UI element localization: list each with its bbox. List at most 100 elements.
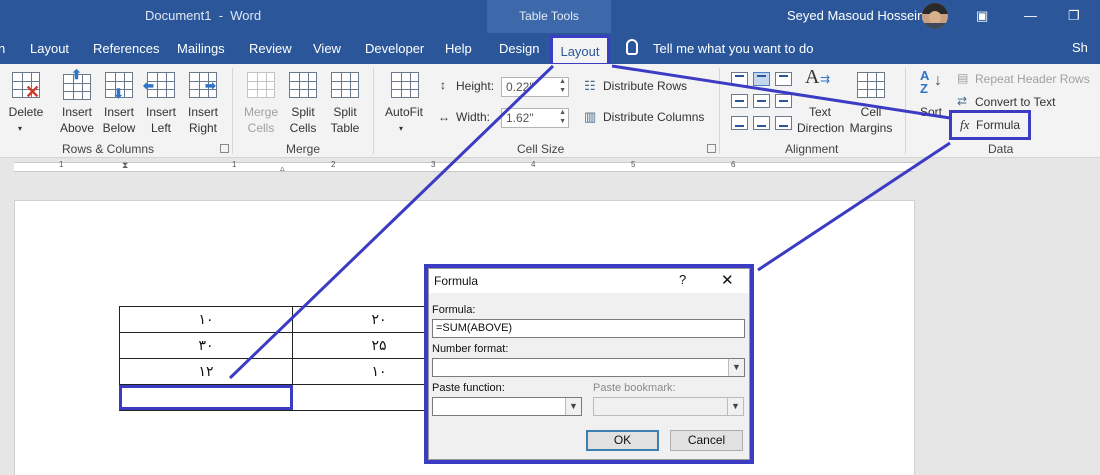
width-spinner[interactable]: 1.62" ▲ ▼	[501, 108, 569, 128]
ruler-number: 5	[631, 160, 636, 169]
tab-layout-table-active[interactable]: Layout	[550, 35, 610, 66]
ruler-number: 1	[232, 160, 237, 169]
arrow-down-icon: ⬇	[113, 86, 124, 101]
spin-down-icon[interactable]: ▼	[559, 87, 566, 94]
spin-down-icon[interactable]: ▼	[559, 118, 566, 125]
tab-references[interactable]: References	[93, 41, 159, 56]
align-center-right-icon[interactable]	[775, 94, 792, 108]
distribute-rows-label: Distribute Rows	[603, 79, 688, 93]
insert-above-label-1: Insert	[61, 105, 92, 119]
paste-bookmark-select[interactable]: ▼	[593, 397, 744, 416]
minimize-icon[interactable]: —	[1024, 8, 1037, 23]
table-cell[interactable]: ۳۰	[119, 332, 293, 359]
spin-up-icon[interactable]: ▲	[559, 78, 566, 85]
align-bottom-right-icon[interactable]	[775, 116, 792, 130]
table-cell[interactable]: ۱۰	[119, 306, 293, 333]
width-icon: ↔	[438, 110, 450, 124]
chevron-down-icon[interactable]: ▼	[727, 398, 743, 415]
align-top-right-icon[interactable]	[775, 72, 792, 86]
group-divider	[905, 68, 906, 154]
align-center-left-icon[interactable]	[731, 94, 748, 108]
convert-to-text-icon: ⇄	[957, 94, 968, 108]
indent-marker-icon[interactable]: ⧗	[122, 160, 128, 171]
ok-button[interactable]: OK	[586, 430, 659, 451]
height-icon: ↕	[440, 78, 446, 92]
delete-label: Delete	[8, 105, 44, 119]
formula-dialog: Formula ? ✕ Formula: =SUM(ABOVE) Number …	[428, 268, 750, 460]
ribbon: ✕ Delete ▾ ⬆ Insert Above ⬇ Insert Below…	[0, 64, 1100, 158]
number-format-select[interactable]: ▼	[432, 358, 745, 377]
column-marker-icon[interactable]: ▵	[280, 163, 285, 174]
ruler-number: 4	[531, 160, 536, 169]
share-button[interactable]: Sh	[1072, 40, 1088, 55]
tab-review[interactable]: Review	[249, 41, 292, 56]
tab-mailings[interactable]: Mailings	[177, 41, 225, 56]
ruler-track	[14, 162, 914, 172]
rows-columns-launcher-icon[interactable]	[220, 144, 229, 153]
tab-view[interactable]: View	[313, 41, 341, 56]
spin-up-icon[interactable]: ▲	[559, 109, 566, 116]
tab-developer[interactable]: Developer	[365, 41, 424, 56]
autofit-label: AutoFit	[384, 105, 423, 119]
tab-design[interactable]: Design	[499, 41, 539, 56]
horizontal-ruler[interactable]: 1 1 2 3 4 5 6 ⧗ ▵	[0, 159, 1100, 175]
split-cells-icon	[289, 72, 317, 98]
text-direction-label-2: Direction	[797, 121, 845, 135]
cell-margins-label-2: Margins	[849, 121, 893, 135]
height-label: Height:	[456, 79, 495, 93]
chevron-down-icon[interactable]: ▼	[728, 359, 744, 376]
ruler-number: 1	[59, 160, 64, 169]
distribute-columns-icon: ▥	[584, 109, 597, 124]
lightbulb-icon	[626, 39, 638, 55]
user-name[interactable]: Seyed Masoud Hosseini	[787, 8, 927, 23]
merge-cells-icon	[247, 72, 275, 98]
height-spinner[interactable]: 0.22" ▲ ▼	[501, 77, 569, 97]
insert-left-label-2: Left	[150, 121, 171, 135]
tab-help[interactable]: Help	[445, 41, 472, 56]
insert-below-label-2: Below	[102, 121, 136, 135]
align-top-center-icon[interactable]	[753, 72, 770, 86]
distribute-rows-icon: ☷	[584, 78, 596, 93]
avatar[interactable]	[922, 3, 948, 29]
height-value: 0.22"	[506, 80, 534, 94]
insert-right-label-2: Right	[188, 121, 217, 135]
document-title: Document1 - Word	[145, 8, 262, 23]
tell-me-search[interactable]: Tell me what you want to do	[653, 41, 813, 56]
cancel-button[interactable]: Cancel	[670, 430, 743, 451]
cell-size-group-label: Cell Size	[517, 142, 565, 156]
tab-partial[interactable]: n	[0, 41, 5, 56]
sort-label: Sort	[919, 105, 942, 119]
align-center-icon[interactable]	[753, 94, 770, 108]
align-bottom-center-icon[interactable]	[753, 116, 770, 130]
ribbon-display-options-icon[interactable]: ▣	[976, 8, 988, 24]
insert-above-label-2: Above	[59, 121, 95, 135]
align-top-left-icon[interactable]	[731, 72, 748, 86]
text-direction-label-1: Text	[808, 105, 831, 119]
insert-below-label-1: Insert	[103, 105, 134, 119]
distribute-columns-label: Distribute Columns	[603, 110, 705, 124]
help-icon[interactable]: ?	[679, 272, 686, 287]
table-tools-context-label: Table Tools	[487, 0, 611, 33]
arrow-right-icon: ➡	[205, 78, 216, 93]
cell-size-launcher-icon[interactable]	[707, 144, 716, 153]
chevron-down-icon[interactable]: ▼	[565, 398, 581, 415]
delete-x-icon: ✕	[25, 82, 41, 102]
paste-function-select[interactable]: ▼	[432, 397, 582, 416]
convert-to-text-label: Convert to Text	[975, 95, 1056, 109]
number-format-label: Number format:	[432, 343, 509, 355]
autofit-icon	[391, 72, 419, 98]
table-cell[interactable]: ۱۲	[119, 358, 293, 385]
tab-layout-page[interactable]: Layout	[30, 41, 69, 56]
align-bottom-left-icon[interactable]	[731, 116, 748, 130]
restore-icon[interactable]: ❐	[1068, 8, 1080, 24]
formula-input[interactable]: =SUM(ABOVE)	[432, 319, 745, 338]
rows-columns-group-label: Rows & Columns	[62, 142, 155, 156]
chevron-down-icon: ▾	[18, 124, 23, 133]
sort-icon: AZ	[920, 68, 930, 96]
table-row: ۳۰ ۲۵	[119, 332, 466, 359]
table-row: ۱۲ ۱۰	[119, 358, 466, 385]
repeat-header-rows-label: Repeat Header Rows	[975, 72, 1090, 86]
selected-cell-highlight	[119, 385, 293, 410]
close-icon[interactable]: ✕	[721, 271, 734, 289]
formula-highlight	[949, 110, 1031, 140]
